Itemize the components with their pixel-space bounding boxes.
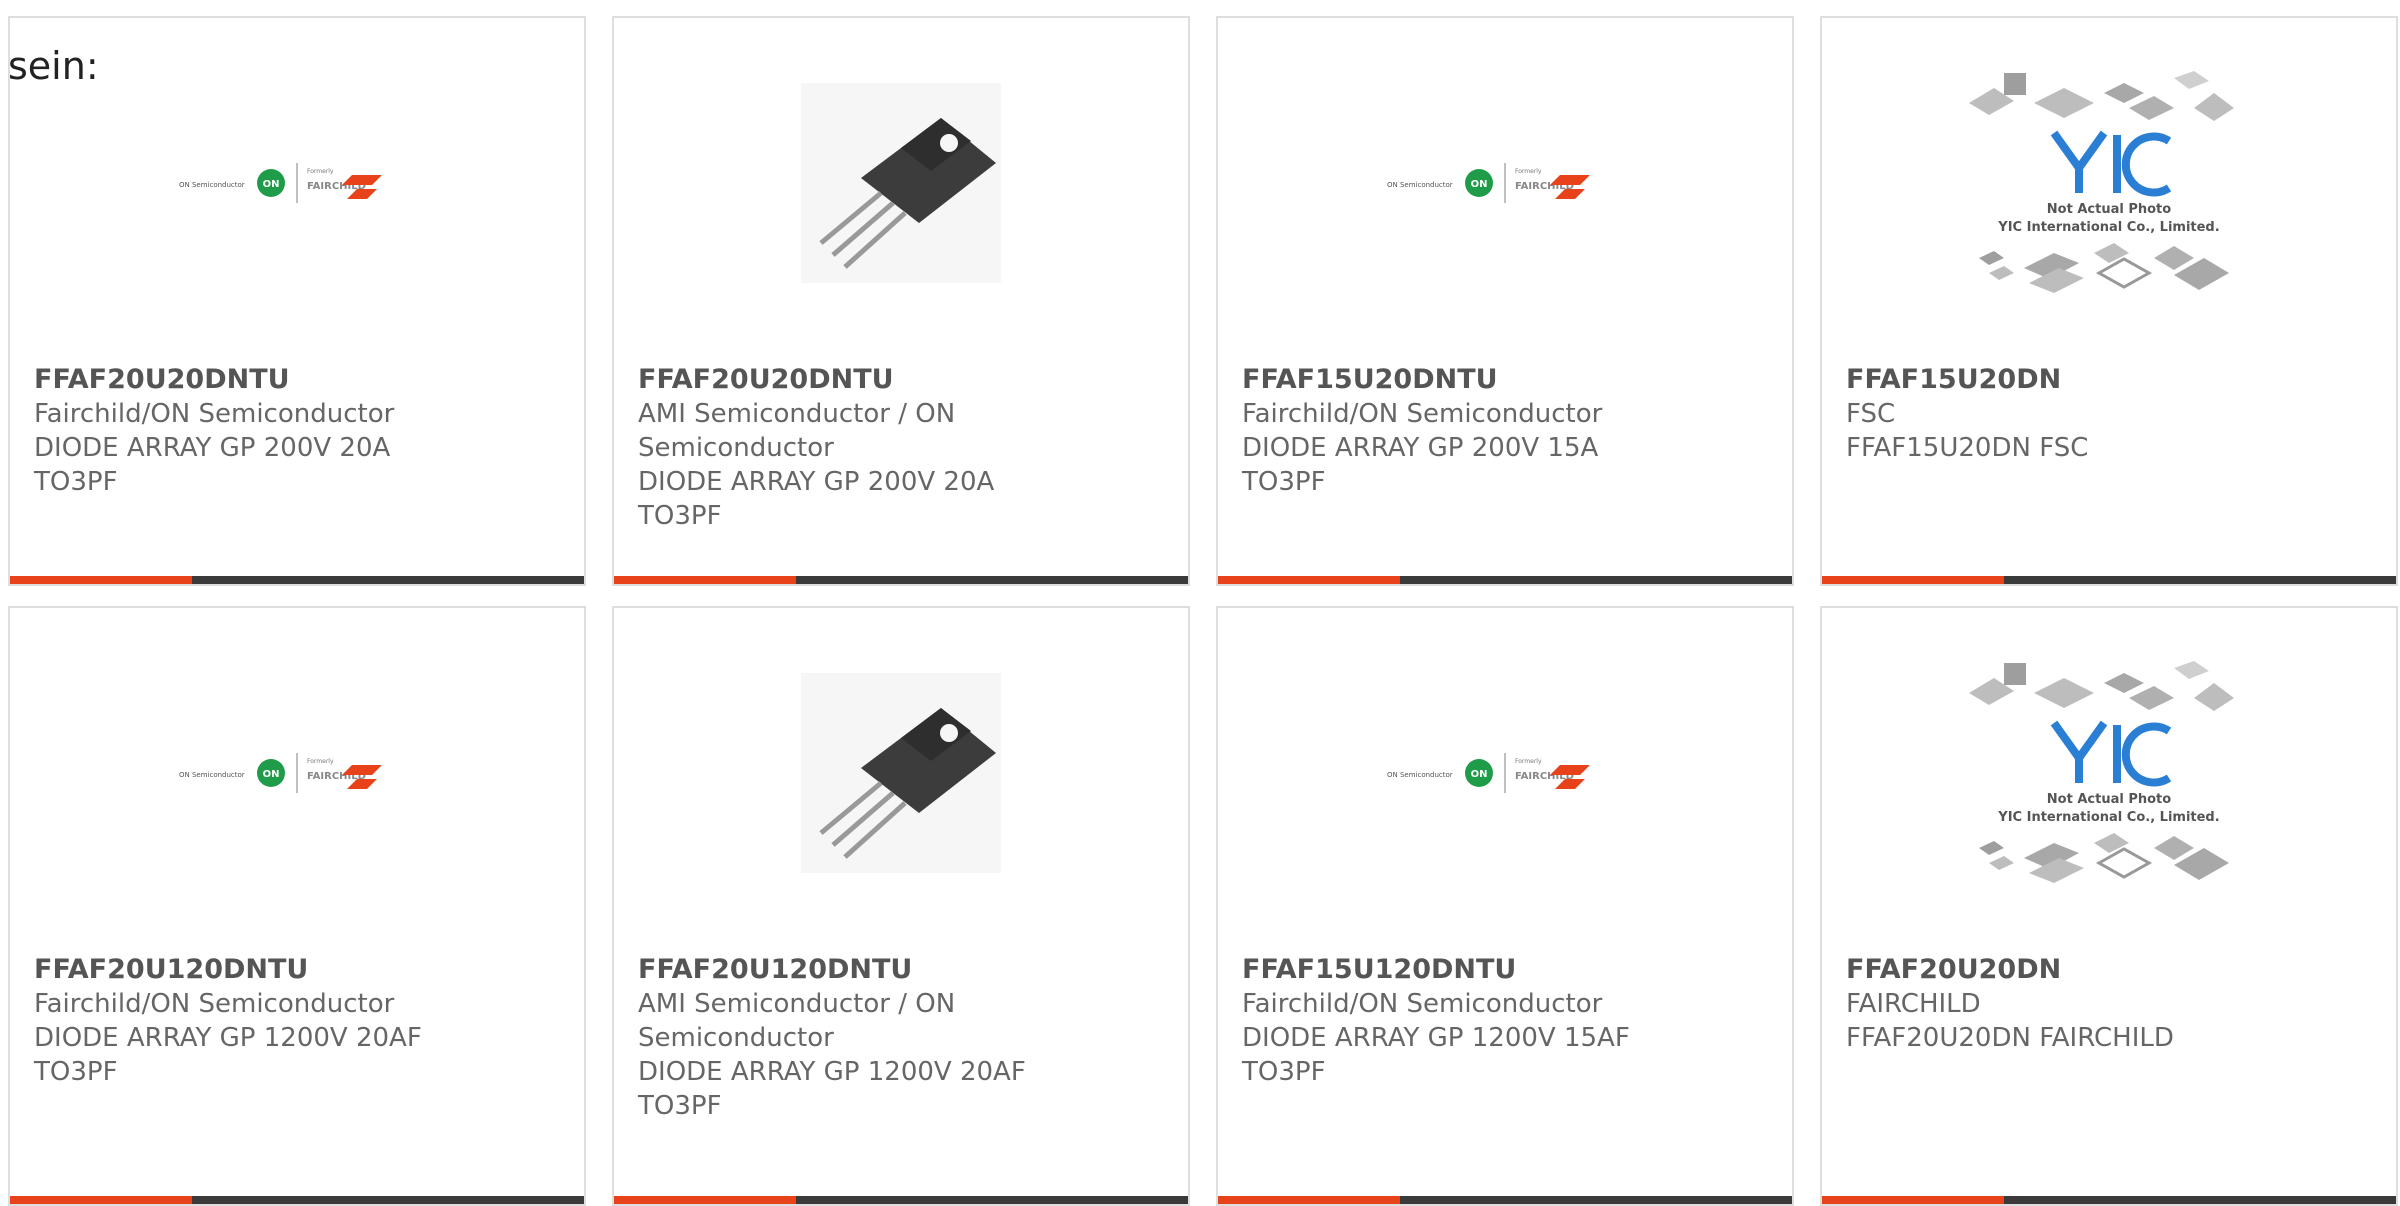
product-detail-line: Semiconductor: [638, 1023, 834, 1053]
product-image[interactable]: ON Semiconductor ON Formerly FAIRCHILD: [10, 608, 584, 938]
card-bottom-bar: [1822, 1196, 2396, 1204]
card-accent-bar: [1218, 576, 1400, 584]
card-bottom-bar: [1218, 1196, 1792, 1204]
card-accent-bar: [614, 576, 796, 584]
product-card[interactable]: ON Semiconductor ON Formerly FAIRCHILD F…: [8, 606, 586, 1206]
product-card[interactable]: FFAF20U120DNTU AMI Semiconductor / ON Semi…: [612, 606, 1190, 1206]
part-number[interactable]: FFAF20U20DNTU: [638, 363, 1168, 397]
product-detail-line: AMI Semiconductor / ON: [638, 989, 956, 1019]
yic-placeholder-icon: Not Actual Photo YIC International Co., …: [1969, 661, 2234, 883]
product-detail-line: TO3PF: [1242, 467, 1326, 497]
product-image[interactable]: [614, 608, 1188, 938]
product-detail-line: DIODE ARRAY GP 1200V 20AF: [34, 1023, 422, 1053]
svg-text:Formerly: Formerly: [1515, 758, 1542, 765]
svg-text:ON: ON: [263, 179, 280, 190]
svg-text:ON: ON: [263, 769, 280, 780]
product-detail-line: TO3PF: [638, 501, 722, 531]
svg-text:ON: ON: [1471, 769, 1488, 780]
part-number[interactable]: FFAF15U20DN: [1846, 363, 2376, 397]
product-detail-line: TO3PF: [34, 1057, 118, 1087]
svg-text:YIC International Co., Limited: YIC International Co., Limited.: [1997, 810, 2219, 825]
card-accent-bar: [1218, 1196, 1400, 1204]
card-accent-bar: [1822, 1196, 2004, 1204]
product-grid: ON Semiconductor ON Formerly FAIRCHILD F…: [0, 0, 2400, 1206]
card-bottom-bar: [10, 1196, 584, 1204]
product-detail-line: TO3PF: [34, 467, 118, 497]
product-image[interactable]: ON Semiconductor ON Formerly FAIRCHILD: [1218, 608, 1792, 938]
svg-text:YIC International Co., Limited: YIC International Co., Limited.: [1997, 220, 2219, 235]
product-card[interactable]: Not Actual Photo YIC International Co., …: [1820, 16, 2398, 586]
product-card[interactable]: ON Semiconductor ON Formerly FAIRCHILD F…: [1216, 16, 1794, 586]
product-image[interactable]: [614, 18, 1188, 348]
part-number[interactable]: FFAF20U20DN: [1846, 953, 2376, 987]
product-card[interactable]: FFAF20U20DNTU AMI Semiconductor / ON Semic…: [612, 16, 1190, 586]
product-detail-line: Fairchild/ON Semiconductor: [1242, 989, 1603, 1019]
section-heading: sein:: [8, 44, 99, 88]
card-bottom-bar: [1218, 576, 1792, 584]
product-detail-line: DIODE ARRAY GP 200V 20A: [638, 467, 995, 497]
part-number[interactable]: FFAF20U120DNTU: [34, 953, 564, 987]
svg-text:ON Semiconductor: ON Semiconductor: [1387, 181, 1453, 189]
product-image[interactable]: Not Actual Photo YIC International Co., …: [1822, 608, 2396, 938]
product-detail-line: FFAF15U20DN FSC: [1846, 433, 2089, 463]
onsemi-fairchild-logo-icon: ON Semiconductor ON Formerly FAIRCHILD: [1387, 753, 1590, 793]
to220-package-icon: [801, 83, 1001, 283]
to220-package-icon: [801, 673, 1001, 873]
card-bottom-bar: [1822, 576, 2396, 584]
svg-text:Formerly: Formerly: [1515, 168, 1542, 175]
part-number[interactable]: FFAF20U120DNTU: [638, 953, 1168, 987]
product-detail-line: DIODE ARRAY GP 1200V 15AF: [1242, 1023, 1630, 1053]
product-card[interactable]: ON Semiconductor ON Formerly FAIRCHILD F…: [8, 16, 586, 586]
onsemi-fairchild-logo-icon: ON Semiconductor ON Formerly FAIRCHILD: [179, 753, 382, 793]
card-bottom-bar: [10, 576, 584, 584]
card-accent-bar: [614, 1196, 796, 1204]
product-detail-line: FSC: [1846, 399, 1896, 429]
product-detail-line: DIODE ARRAY GP 1200V 20AF: [638, 1057, 1026, 1087]
card-accent-bar: [10, 576, 192, 584]
yic-placeholder-icon: Not Actual Photo YIC International Co., …: [1969, 71, 2234, 293]
product-detail-line: AMI Semiconductor / ON: [638, 399, 956, 429]
card-bottom-bar: [614, 576, 1188, 584]
product-detail-line: DIODE ARRAY GP 200V 15A: [1242, 433, 1599, 463]
part-number[interactable]: FFAF20U20DNTU: [34, 363, 564, 397]
product-detail-line: Fairchild/ON Semiconductor: [34, 399, 395, 429]
product-card[interactable]: ON Semiconductor ON Formerly FAIRCHILD F…: [1216, 606, 1794, 1206]
product-detail-line: TO3PF: [638, 1091, 722, 1121]
card-accent-bar: [1822, 576, 2004, 584]
svg-text:ON: ON: [1471, 179, 1488, 190]
part-number[interactable]: FFAF15U20DNTU: [1242, 363, 1772, 397]
svg-text:Not Actual Photo: Not Actual Photo: [2047, 792, 2171, 807]
onsemi-fairchild-logo-icon: ON Semiconductor ON Formerly FAIRCHILD: [1387, 163, 1590, 203]
product-image[interactable]: Not Actual Photo YIC International Co., …: [1822, 18, 2396, 348]
svg-text:ON Semiconductor: ON Semiconductor: [179, 771, 245, 779]
product-detail-line: DIODE ARRAY GP 200V 20A: [34, 433, 391, 463]
card-accent-bar: [10, 1196, 192, 1204]
svg-text:Formerly: Formerly: [307, 168, 334, 175]
svg-text:ON Semiconductor: ON Semiconductor: [179, 181, 245, 189]
product-detail-line: FFAF20U20DN FAIRCHILD: [1846, 1023, 2174, 1053]
product-detail-line: FAIRCHILD: [1846, 989, 1981, 1019]
svg-text:Formerly: Formerly: [307, 758, 334, 765]
svg-text:ON Semiconductor: ON Semiconductor: [1387, 771, 1453, 779]
product-detail-line: Semiconductor: [638, 433, 834, 463]
svg-text:Not Actual Photo: Not Actual Photo: [2047, 202, 2171, 217]
card-bottom-bar: [614, 1196, 1188, 1204]
onsemi-fairchild-logo-icon: ON Semiconductor ON Formerly FAIRCHILD: [179, 163, 382, 203]
product-card[interactable]: Not Actual Photo YIC International Co., …: [1820, 606, 2398, 1206]
product-detail-line: Fairchild/ON Semiconductor: [1242, 399, 1603, 429]
product-detail-line: Fairchild/ON Semiconductor: [34, 989, 395, 1019]
product-detail-line: TO3PF: [1242, 1057, 1326, 1087]
part-number[interactable]: FFAF15U120DNTU: [1242, 953, 1772, 987]
product-image[interactable]: ON Semiconductor ON Formerly FAIRCHILD: [1218, 18, 1792, 348]
